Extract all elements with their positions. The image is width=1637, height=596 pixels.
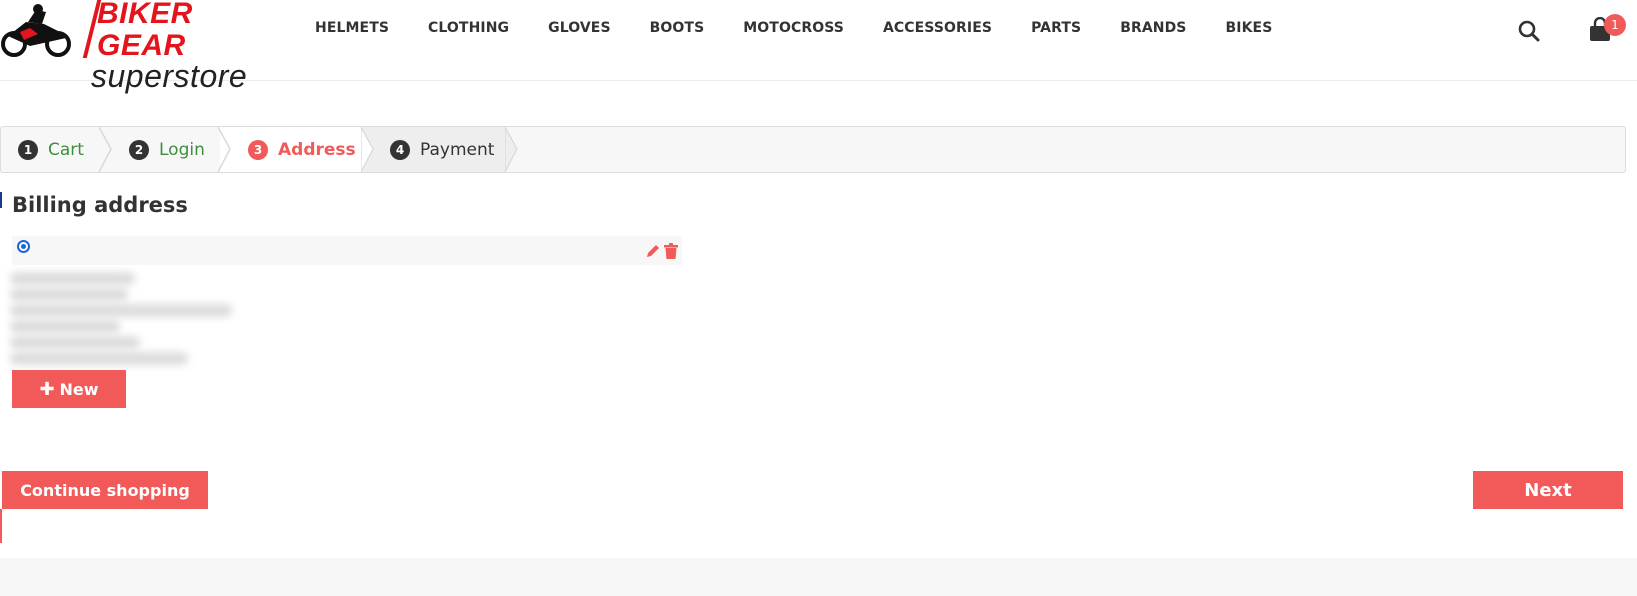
logo-line2: superstore [91, 58, 248, 94]
step-number: 4 [390, 139, 410, 160]
continue-shopping-button[interactable]: Continue shopping [2, 471, 208, 509]
logo-text: BIKER GEAR superstore [87, 0, 285, 94]
address-card [12, 236, 682, 265]
nav-item-boots[interactable]: BOOTS [650, 20, 705, 42]
blurred-address-details [8, 270, 240, 370]
plus-icon: ✚ [39, 378, 55, 400]
address-radio[interactable] [17, 240, 30, 253]
step-number: 2 [129, 139, 149, 160]
nav-item-parts[interactable]: PARTS [1031, 20, 1081, 42]
section-accent [0, 192, 2, 208]
step-payment[interactable]: 4 Payment [390, 127, 494, 172]
step-label: Cart [48, 139, 84, 160]
left-accent-bar [0, 509, 2, 543]
step-separator [218, 127, 232, 172]
trash-icon[interactable] [664, 243, 678, 259]
step-number: 1 [18, 139, 38, 160]
main-nav: HELMETS CLOTHING GLOVES BOOTS MOTOCROSS … [315, 20, 1311, 42]
step-login[interactable]: 2 Login [129, 127, 205, 172]
nav-item-brands[interactable]: BRANDS [1120, 20, 1186, 42]
step-separator [361, 127, 375, 172]
step-label: Payment [420, 139, 495, 160]
billing-address-title: Billing address [12, 193, 188, 217]
nav-item-accessories[interactable]: ACCESSORIES [883, 20, 992, 42]
step-separator [505, 127, 519, 172]
nav-item-clothing[interactable]: CLOTHING [428, 20, 509, 42]
cart-count-badge: 1 [1604, 14, 1626, 36]
checkout-steps: 1 Cart 2 Login 3 Address 4 Payment [0, 126, 1626, 173]
site-header: BIKER GEAR superstore HELMETS CLOTHING G… [0, 0, 1637, 92]
nav-item-helmets[interactable]: HELMETS [315, 20, 389, 42]
footer-band [0, 558, 1637, 596]
step-address[interactable]: 3 Address [248, 127, 356, 172]
logo-line1: BIKER GEAR [97, 0, 193, 62]
pencil-icon[interactable] [645, 243, 661, 259]
search-icon[interactable] [1517, 19, 1543, 45]
step-label: Address [278, 139, 356, 160]
nav-item-gloves[interactable]: GLOVES [548, 20, 611, 42]
motorcycle-rider-icon [1, 4, 71, 57]
step-number: 3 [248, 139, 268, 160]
nav-item-motocross[interactable]: MOTOCROSS [743, 20, 844, 42]
step-cart[interactable]: 1 Cart [18, 127, 84, 172]
add-address-label: New [59, 379, 99, 399]
add-address-button[interactable]: ✚ New [12, 370, 126, 408]
nav-item-bikes[interactable]: BIKES [1226, 20, 1273, 42]
step-label: Login [159, 139, 205, 160]
next-button[interactable]: Next [1473, 471, 1623, 509]
step-separator [99, 127, 113, 172]
store-logo[interactable]: BIKER GEAR superstore [0, 0, 285, 92]
